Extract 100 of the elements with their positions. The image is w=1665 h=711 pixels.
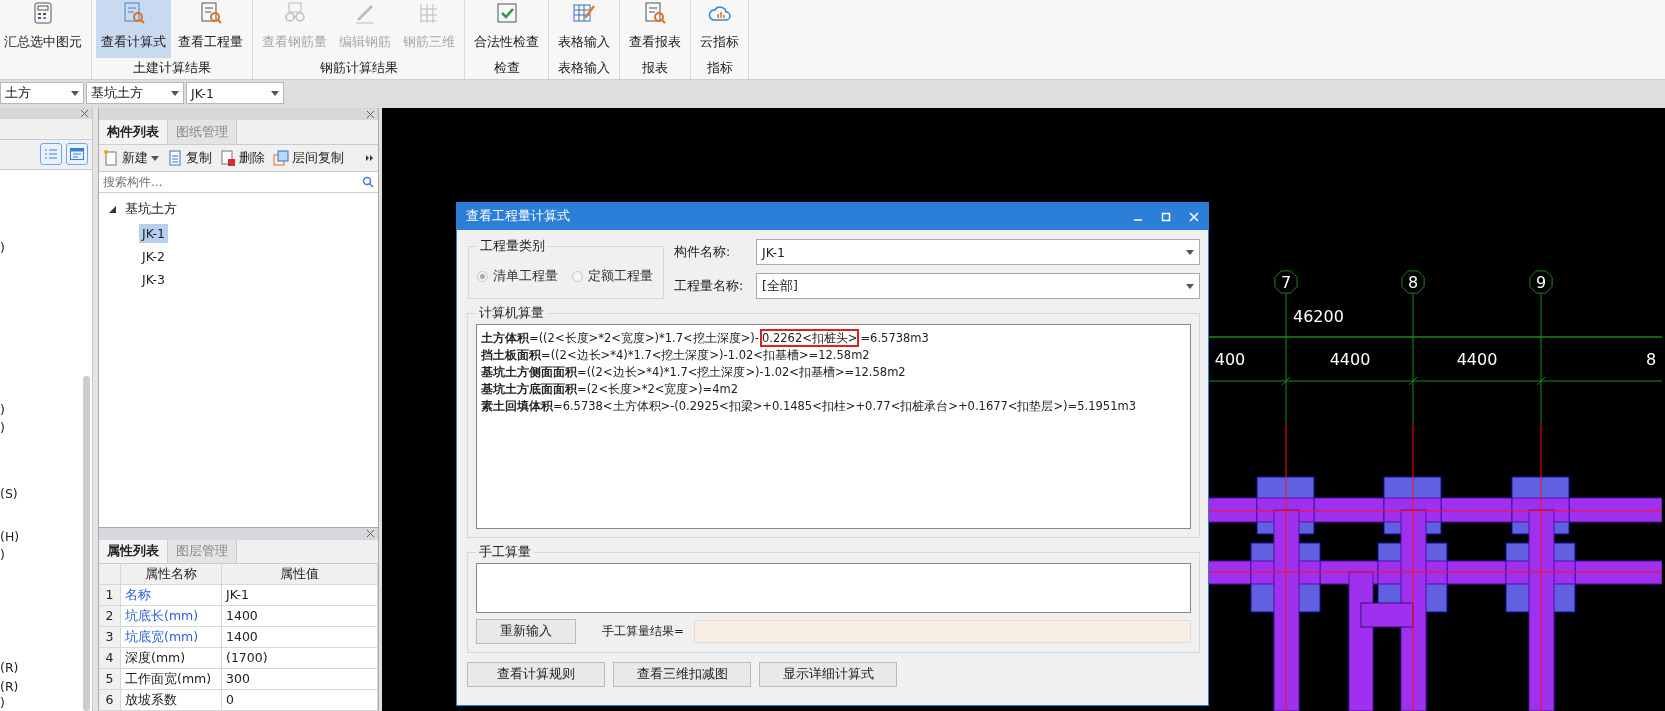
tree-item[interactable]: JK-2 (139, 247, 169, 266)
dialog-button[interactable]: 查看三维扣减图 (613, 662, 751, 687)
tree-item[interactable]: JK-3 (139, 270, 169, 289)
property-value[interactable]: 0 (222, 690, 378, 711)
ribbon-group-label: 指标 (705, 59, 734, 77)
row-number: 4 (99, 648, 121, 669)
dropdown-field[interactable]: JK-1 (756, 239, 1200, 265)
toolbar-button[interactable]: 层间复制 (273, 149, 344, 167)
radio-option[interactable]: 清单工程量 (477, 263, 558, 290)
tree-item[interactable]: JK-1 (139, 224, 169, 243)
selector-dropdown[interactable]: 基坑土方 (86, 82, 184, 104)
selector-dropdown[interactable]: 土方 (0, 82, 84, 104)
property-value[interactable]: 1400 (222, 606, 378, 627)
dimension-label: 400 (1214, 350, 1246, 369)
copy-icon (167, 150, 183, 166)
caret-icon (1186, 249, 1194, 255)
ribbon-button[interactable]: 查看报表 (624, 0, 686, 58)
axis-bubble: 7 (1274, 270, 1298, 294)
ribbon-group-label: 钢筋计算结果 (318, 59, 399, 77)
tree-item[interactable]: 基坑土方 (122, 199, 180, 220)
row-number: 5 (99, 669, 121, 690)
property-name: 工作面宽(mm) (121, 669, 222, 690)
property-name: 名称 (121, 585, 222, 606)
row-number: 1 (99, 585, 121, 606)
group-label: 计算机算量 (478, 305, 545, 322)
dimension-label: 4400 (1456, 350, 1498, 369)
close-icon[interactable] (367, 530, 374, 538)
property-value[interactable]: 300 (222, 669, 378, 690)
group-label: 手工算量 (478, 544, 532, 561)
ribbon-button[interactable]: 汇总选中图元 (4, 0, 87, 58)
new-document-icon (103, 150, 119, 166)
row-number: 2 (99, 606, 121, 627)
glasses-icon (282, 1, 307, 25)
search-field[interactable]: 搜索构件... (103, 175, 362, 189)
property-name: 坑底宽(mm) (121, 627, 222, 648)
tree-item-fragment[interactable]: ) (0, 240, 92, 256)
more-icon[interactable] (366, 154, 374, 162)
close-icon[interactable] (367, 110, 374, 118)
dialog-button[interactable]: 显示详细计算式 (759, 662, 897, 687)
ribbon-button[interactable]: 云指标 (695, 0, 744, 58)
ribbon-button[interactable]: 合法性检查 (469, 0, 544, 58)
ribbon-group-label: 土建计算结果 (132, 59, 212, 77)
formula-line: 基坑土方底面面积=(2<长度>*2<宽度>)=4m2 (481, 381, 739, 398)
property-value[interactable]: (1700) (222, 648, 378, 669)
dimension-label: 8 (1646, 350, 1657, 369)
ribbon-button[interactable]: 表格输入 (553, 0, 615, 58)
formula-line: 基坑土方侧面面积=((2<边长>*4)*1.7<挖土深度>)-1.02<扣基槽>=12.58m2 (481, 364, 907, 381)
tree-item-fragment[interactable]: ) (0, 695, 92, 711)
toolbar-button[interactable]: 复制 (167, 149, 212, 167)
ribbon-button[interactable]: 查看计算式 (96, 0, 171, 58)
caret-icon (171, 90, 179, 96)
scrollbar[interactable] (83, 376, 90, 711)
axis-bubble: 8 (1401, 270, 1425, 294)
formula-text-area[interactable] (476, 324, 1191, 529)
maximize-icon[interactable] (1161, 211, 1171, 222)
axis-bubble: 9 (1529, 270, 1553, 294)
row-number: 6 (99, 690, 121, 711)
selector-dropdown[interactable]: JK-1 (186, 82, 284, 104)
radio-option[interactable]: 定额工程量 (572, 263, 653, 290)
column-header: 属性值 (222, 564, 378, 585)
ribbon-group-label: 报表 (641, 59, 669, 77)
group-label: 工程量类别 (479, 238, 546, 255)
search-icon[interactable] (362, 176, 374, 188)
table-pencil-icon (572, 1, 596, 25)
tree-item-fragment[interactable]: ) (0, 402, 92, 418)
delete-icon (220, 150, 236, 166)
property-value[interactable]: JK-1 (222, 585, 378, 606)
caret-icon (71, 90, 79, 96)
tree-item-fragment[interactable]: (S) (0, 486, 92, 502)
result-field[interactable] (694, 620, 1191, 643)
ribbon-button[interactable]: 查看工程量 (173, 0, 248, 58)
dropdown-caret-icon (151, 155, 159, 161)
dropdown-field[interactable]: [全部] (756, 273, 1200, 299)
toolbar-button[interactable]: 新建 (103, 149, 159, 167)
dialog-button[interactable]: 查看计算规则 (467, 662, 605, 687)
expanded-triangle-icon[interactable] (109, 206, 116, 213)
tree-item-fragment[interactable]: ) (0, 420, 92, 436)
field-label: 构件名称: (674, 243, 732, 261)
dimension-label: 46200 (1293, 307, 1344, 326)
ribbon-group-label: 表格输入 (557, 59, 611, 77)
tree-item-fragment[interactable]: (H) (0, 529, 92, 545)
result-label: 手工算量结果= (602, 623, 685, 640)
property-name: 深度(mm) (121, 648, 222, 669)
manual-input-area[interactable] (476, 563, 1191, 613)
dialog-title: 查看工程量计算式 (466, 208, 570, 225)
list-view-icon[interactable] (40, 143, 62, 166)
field-label: 工程量名称: (674, 277, 745, 295)
toolbar-button[interactable]: 删除 (220, 149, 265, 167)
reset-button[interactable]: 重新输入 (476, 619, 576, 644)
calculator-icon (31, 1, 55, 25)
formula-line: 土方体积=((2<长度>*2<宽度>)*1.7<挖土深度>)- 0.2262<扣桩头> =6.5738m3 (481, 330, 930, 347)
tree-item-fragment[interactable]: (R) (0, 679, 92, 695)
form-view-icon[interactable] (66, 143, 88, 166)
caret-icon (271, 90, 279, 96)
ribbon-group-label: 检查 (492, 59, 521, 77)
document-search-icon (121, 1, 146, 25)
tree-item-fragment[interactable]: (R) (0, 660, 92, 676)
property-value[interactable]: 1400 (222, 627, 378, 648)
tree-item-fragment[interactable]: ) (0, 547, 92, 563)
close-icon[interactable] (81, 109, 88, 117)
